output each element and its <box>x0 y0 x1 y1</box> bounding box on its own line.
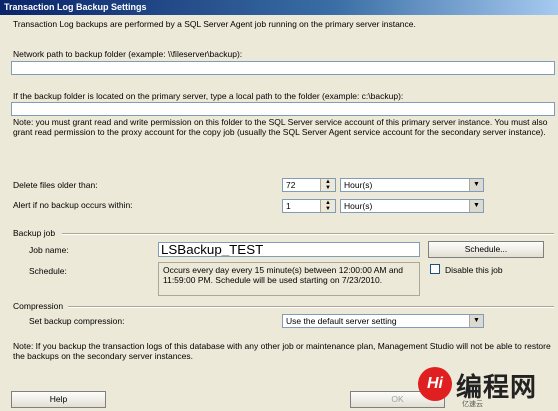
group-divider <box>68 306 554 308</box>
window-title: Transaction Log Backup Settings <box>4 2 147 12</box>
delete-files-label: Delete files older than: <box>13 180 98 190</box>
delete-files-value: 72 <box>286 180 296 190</box>
watermark-logo: Hi 编程网 亿速云 <box>418 363 558 411</box>
backup-job-group-label: Backup job <box>13 228 56 238</box>
network-path-label: Network path to backup folder (example: … <box>13 49 243 59</box>
chevron-down-icon[interactable]: ▼ <box>469 200 483 212</box>
disable-job-checkbox[interactable] <box>430 264 440 274</box>
chevron-down-icon[interactable]: ▼ <box>469 179 483 191</box>
alert-spinner[interactable]: 1 ▲ ▼ <box>282 199 336 213</box>
job-name-label: Job name: <box>29 245 69 255</box>
help-button[interactable]: Help <box>11 391 106 408</box>
local-path-input[interactable] <box>11 102 555 116</box>
title-bar: Transaction Log Backup Settings <box>0 0 558 15</box>
spinner-arrows-icon[interactable]: ▲ ▼ <box>320 179 335 191</box>
network-path-input[interactable] <box>11 61 555 75</box>
compression-value: Use the default server setting <box>286 316 397 326</box>
alert-unit: Hour(s) <box>344 201 373 211</box>
compression-group-label: Compression <box>13 301 64 311</box>
schedule-description: Occurs every day every 15 minute(s) betw… <box>158 262 420 296</box>
compression-select[interactable]: Use the default server setting ▼ <box>282 314 484 328</box>
local-path-label: If the backup folder is located on the p… <box>13 91 404 101</box>
spinner-arrows-icon[interactable]: ▲ ▼ <box>320 200 335 212</box>
delete-files-unit-select[interactable]: Hour(s) ▼ <box>340 178 484 192</box>
intro-text: Transaction Log backups are performed by… <box>13 19 416 29</box>
disable-job-label: Disable this job <box>445 265 503 275</box>
group-divider <box>62 233 554 235</box>
delete-files-unit: Hour(s) <box>344 180 373 190</box>
compression-label: Set backup compression: <box>29 316 125 326</box>
alert-unit-select[interactable]: Hour(s) ▼ <box>340 199 484 213</box>
delete-files-spinner[interactable]: 72 ▲ ▼ <box>282 178 336 192</box>
job-name-input[interactable] <box>158 242 420 257</box>
schedule-button[interactable]: Schedule... <box>428 241 544 258</box>
alert-label: Alert if no backup occurs within: <box>13 200 133 210</box>
watermark-small: 亿速云 <box>462 401 483 408</box>
schedule-label: Schedule: <box>29 266 67 276</box>
watermark-badge: Hi <box>418 367 452 401</box>
alert-value: 1 <box>286 201 291 211</box>
chevron-down-icon[interactable]: ▼ <box>469 315 483 327</box>
permission-note: Note: you must grant read and write perm… <box>13 117 548 137</box>
footer-note: Note: If you backup the transaction logs… <box>13 341 551 361</box>
